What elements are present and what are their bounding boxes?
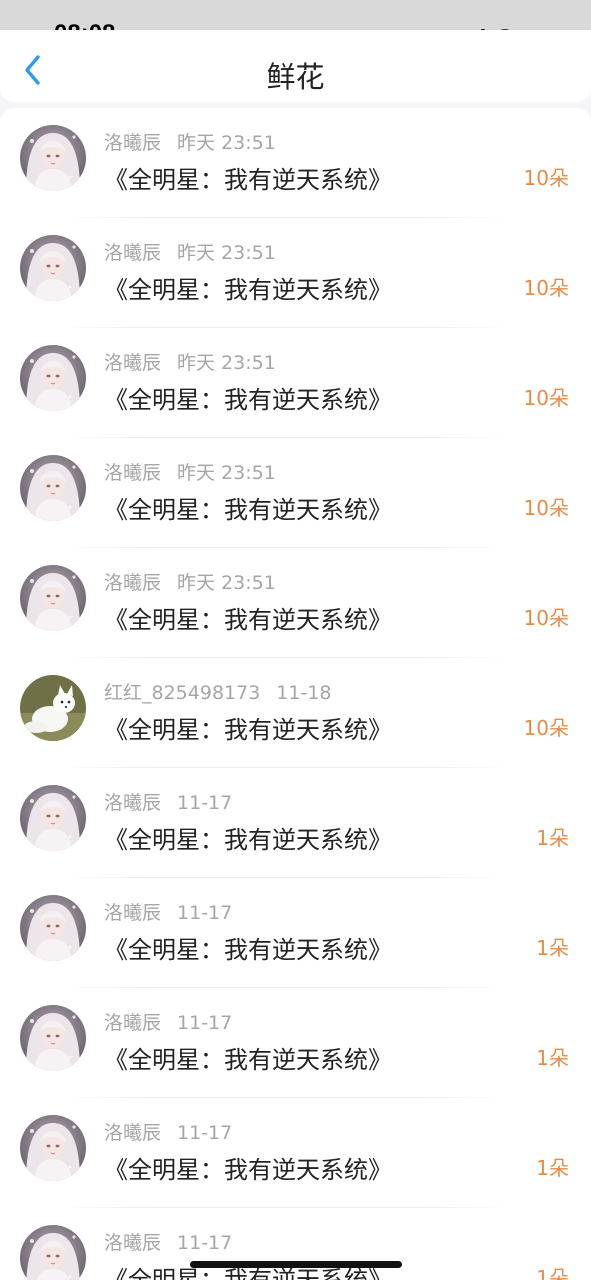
timestamp: 11-17 [177,1122,233,1144]
username[interactable]: 洛曦辰 [104,572,161,594]
avatar[interactable] [20,785,86,851]
flower-count: 10朵 [523,166,569,190]
page-title: 鲜花 [266,60,325,94]
meta-line: 洛曦辰 昨天 23:51 [104,568,276,595]
list-item[interactable]: 红红_825498173 11-18 《全明星：我有逆天系统》 10朵 [0,658,591,768]
book-title[interactable]: 《全明星：我有逆天系统》 [104,710,392,745]
flower-count: 1朵 [536,1046,569,1070]
meta-line: 洛曦辰 昨天 23:51 [104,238,276,265]
username[interactable]: 洛曦辰 [104,902,161,924]
book-title[interactable]: 《全明星：我有逆天系统》 [104,160,392,195]
meta-line: 洛曦辰 昨天 23:51 [104,458,276,485]
book-title[interactable]: 《全明星：我有逆天系统》 [104,490,392,525]
list-item[interactable]: 洛曦辰 昨天 23:51 《全明星：我有逆天系统》 10朵 [0,438,591,548]
flower-count: 10朵 [523,716,569,740]
list-item[interactable]: 洛曦辰 11-17 《全明星：我有逆天系统》 1朵 [0,768,591,878]
list-item[interactable]: 洛曦辰 昨天 23:51 《全明星：我有逆天系统》 10朵 [0,108,591,218]
timestamp: 11-18 [276,682,332,704]
username[interactable]: 洛曦辰 [104,462,161,484]
flower-count: 1朵 [536,1266,569,1280]
list-item[interactable]: 洛曦辰 昨天 23:51 《全明星：我有逆天系统》 10朵 [0,218,591,328]
list-item[interactable]: 洛曦辰 11-17 《全明星：我有逆天系统》 1朵 [0,988,591,1098]
flower-count: 10朵 [523,606,569,630]
avatar[interactable] [20,895,86,961]
avatar[interactable] [20,1115,86,1181]
avatar[interactable] [20,1005,86,1071]
timestamp: 昨天 23:51 [177,242,276,264]
book-title[interactable]: 《全明星：我有逆天系统》 [104,600,392,635]
timestamp: 11-17 [177,792,233,814]
home-indicator[interactable] [190,1261,402,1268]
meta-line: 洛曦辰 11-17 [104,788,232,815]
username[interactable]: 洛曦辰 [104,132,161,154]
meta-line: 洛曦辰 昨天 23:51 [104,128,276,155]
timestamp: 11-17 [177,1012,233,1034]
list-item[interactable]: 洛曦辰 11-17 《全明星：我有逆天系统》 1朵 [0,1098,591,1208]
meta-line: 洛曦辰 11-17 [104,1118,232,1145]
meta-line: 洛曦辰 昨天 23:51 [104,348,276,375]
book-title[interactable]: 《全明星：我有逆天系统》 [104,270,392,305]
avatar[interactable] [20,345,86,411]
username[interactable]: 洛曦辰 [104,1232,161,1254]
list-item[interactable]: 洛曦辰 昨天 23:51 《全明星：我有逆天系统》 10朵 [0,328,591,438]
meta-line: 洛曦辰 11-17 [104,1228,232,1255]
flower-count: 1朵 [536,826,569,850]
avatar[interactable] [20,565,86,631]
flower-count: 10朵 [523,276,569,300]
timestamp: 昨天 23:51 [177,132,276,154]
timestamp: 11-17 [177,902,233,924]
username[interactable]: 洛曦辰 [104,792,161,814]
book-title[interactable]: 《全明星：我有逆天系统》 [104,930,392,965]
timestamp: 11-17 [177,1232,233,1254]
timestamp: 昨天 23:51 [177,462,276,484]
book-title[interactable]: 《全明星：我有逆天系统》 [104,820,392,855]
book-title[interactable]: 《全明星：我有逆天系统》 [104,380,392,415]
navigation-header: 鲜花 [0,30,591,102]
timestamp: 昨天 23:51 [177,352,276,374]
list-item[interactable]: 洛曦辰 11-17 《全明星：我有逆天系统》 1朵 [0,1208,591,1280]
avatar[interactable] [20,125,86,191]
avatar[interactable] [20,235,86,301]
avatar[interactable] [20,1225,86,1280]
flower-count: 1朵 [536,936,569,960]
meta-line: 洛曦辰 11-17 [104,898,232,925]
flower-count: 1朵 [536,1156,569,1180]
flower-count: 10朵 [523,496,569,520]
flower-count: 10朵 [523,386,569,410]
meta-line: 红红_825498173 11-18 [104,678,332,705]
book-title[interactable]: 《全明星：我有逆天系统》 [104,1150,392,1185]
avatar[interactable] [20,455,86,521]
username[interactable]: 红红_825498173 [104,682,260,704]
username[interactable]: 洛曦辰 [104,242,161,264]
avatar[interactable] [20,675,86,741]
list-item[interactable]: 洛曦辰 昨天 23:51 《全明星：我有逆天系统》 10朵 [0,548,591,658]
timestamp: 昨天 23:51 [177,572,276,594]
book-title[interactable]: 《全明星：我有逆天系统》 [104,1040,392,1075]
meta-line: 洛曦辰 11-17 [104,1008,232,1035]
list-item[interactable]: 洛曦辰 11-17 《全明星：我有逆天系统》 1朵 [0,878,591,988]
username[interactable]: 洛曦辰 [104,1012,161,1034]
username[interactable]: 洛曦辰 [104,352,161,374]
flower-record-list[interactable]: 洛曦辰 昨天 23:51 《全明星：我有逆天系统》 10朵 洛曦辰 昨天 23:51 《全… [0,108,591,1280]
username[interactable]: 洛曦辰 [104,1122,161,1144]
